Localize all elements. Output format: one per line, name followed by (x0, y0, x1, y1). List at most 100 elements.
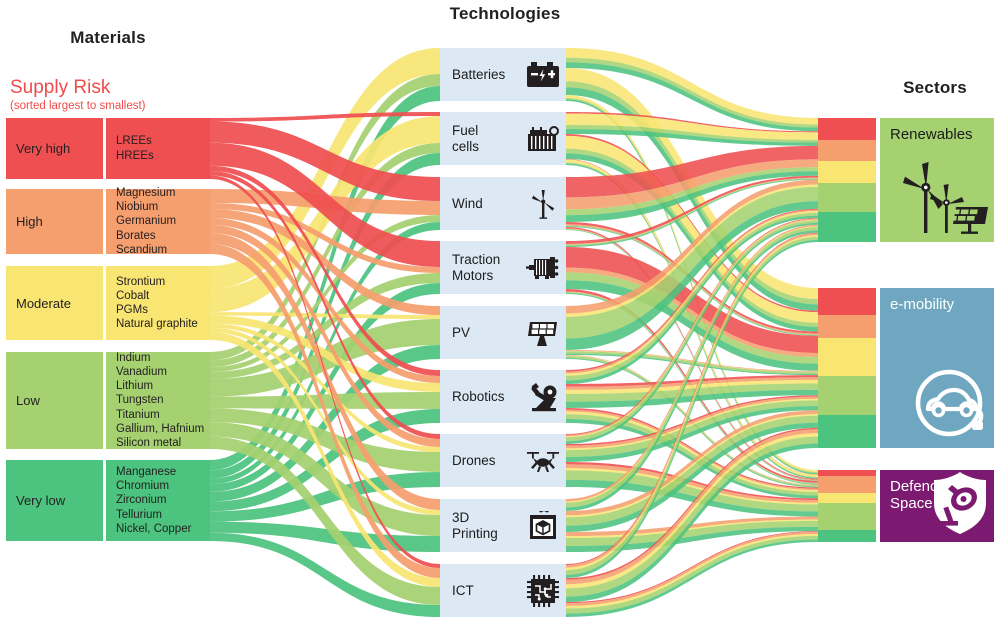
sankey-link (210, 532, 440, 617)
material-item: Borates (116, 229, 156, 242)
material-item: PGMs (116, 304, 148, 316)
sankey-link (566, 87, 818, 311)
sankey-link (566, 186, 818, 339)
material-row[interactable]: Very high LREEs HREEs (6, 118, 210, 179)
sankey-link (566, 406, 818, 462)
sankey-link (566, 414, 818, 496)
sankey-link (566, 215, 818, 384)
sector-risk-strip (818, 470, 876, 542)
supply-risk-header: Supply Risk (sorted largest to smallest) (10, 78, 220, 113)
sankey-link (566, 129, 818, 146)
sankey-link (210, 345, 440, 502)
sankey-link (210, 392, 440, 409)
technology-row-robotics[interactable]: Robotics (440, 370, 566, 423)
sector-risk-segment (818, 503, 876, 530)
sankey-link (566, 222, 818, 334)
sankey-link (566, 68, 818, 300)
sankey-link (566, 289, 818, 483)
sector-risk-segment (818, 375, 876, 416)
sankey-link (566, 375, 818, 387)
sankey-link (210, 203, 440, 273)
sankey-link (210, 218, 440, 383)
sankey-link (566, 229, 818, 481)
sankey-link (210, 327, 440, 515)
sankey-link (210, 142, 440, 267)
sankey-link (566, 171, 818, 222)
sankey-link (566, 179, 818, 314)
technology-row-drones[interactable]: Drones (440, 434, 566, 487)
sankey-link (566, 232, 818, 566)
technology-row-ict[interactable]: ICT (440, 564, 566, 617)
sector-box-defence-space[interactable]: Defence & Space (880, 470, 994, 542)
material-row[interactable]: Low Indium Vanadium Lithium Tungsten Titanium… (6, 352, 210, 449)
sankey-link (566, 531, 818, 606)
sector-risk-segment (818, 493, 876, 504)
sankey-link (566, 429, 818, 585)
sankey-link (566, 396, 818, 449)
sankey-link (566, 208, 818, 372)
sankey-link (566, 519, 818, 539)
microchip-icon (520, 564, 566, 617)
sankey-link (210, 189, 440, 215)
technology-label: Robotics (452, 388, 505, 404)
sankey-link (566, 239, 818, 579)
sankey-link (566, 148, 818, 327)
sankey-link (566, 350, 818, 372)
technology-label: Drones (452, 452, 496, 468)
sankey-link (210, 315, 440, 392)
sankey-link (566, 81, 818, 305)
technology-row-3d-printing[interactable]: 3D Printing (440, 499, 566, 552)
sankey-link (566, 222, 818, 444)
material-item: Silicon metal (116, 437, 182, 450)
material-item: HREEs (116, 149, 154, 162)
sankey-link (210, 48, 440, 289)
material-item: Chromium (116, 480, 170, 493)
sector-risk-segment (818, 476, 876, 494)
sector-risk-segment (818, 415, 876, 448)
drone-icon (520, 434, 566, 487)
material-items-list: Indium Vanadium Lithium Tungsten Titanium Gal… (106, 352, 210, 449)
material-row[interactable]: Moderate Strontium Cobalt PGMs Natural graph… (6, 266, 210, 340)
sankey-link (566, 535, 818, 614)
sankey-link (210, 436, 440, 605)
sector-risk-segment (818, 315, 876, 339)
sector-label: e-mobility (890, 296, 955, 313)
sankey-link (566, 247, 818, 354)
sankey-link (566, 415, 818, 526)
sankey-link (566, 408, 818, 489)
sankey-link (566, 209, 818, 374)
sankey-link (566, 292, 818, 485)
sankey-link (210, 222, 440, 485)
material-row[interactable]: Very low Manganese Chromium Zirconium Tellur… (6, 460, 210, 541)
technology-row-wind[interactable]: Wind (440, 177, 566, 230)
battery-icon (520, 48, 566, 101)
sector-risk-segment (818, 139, 876, 162)
sankey-link (210, 74, 440, 361)
sankey-link (566, 163, 818, 479)
shield-satellite-icon (930, 471, 990, 540)
material-item: Titanium (116, 408, 160, 421)
sankey-link (566, 229, 818, 481)
sankey-link (566, 184, 818, 317)
technology-label: Fuel cells (452, 123, 480, 154)
sector-box-e-mobility[interactable]: e-mobility (880, 288, 994, 448)
sankey-link (566, 357, 818, 488)
technology-row-traction-motors[interactable]: Traction Motors (440, 241, 566, 294)
sankey-link (566, 355, 818, 486)
sankey-link (566, 226, 818, 336)
sector-risk-segment (818, 212, 876, 242)
sector-box-renewables[interactable]: Renewables (880, 118, 994, 242)
technology-label: 3D Printing (452, 510, 498, 541)
technology-row-batteries[interactable]: Batteries (440, 48, 566, 101)
sankey-link (566, 272, 818, 364)
sankey-link (566, 62, 818, 132)
sector-risk-segment (818, 288, 876, 316)
robot-arm-icon (520, 370, 566, 423)
sankey-link (566, 112, 818, 133)
material-row[interactable]: High Magnesium Niobium Germanium Borates Scan… (6, 187, 210, 256)
technology-row-fuel-cells[interactable]: Fuel cells (440, 112, 566, 165)
sankey-link (566, 135, 818, 323)
sankey-link (566, 479, 818, 517)
technology-row-pv[interactable]: PV (440, 306, 566, 359)
sankey-link (210, 171, 440, 440)
